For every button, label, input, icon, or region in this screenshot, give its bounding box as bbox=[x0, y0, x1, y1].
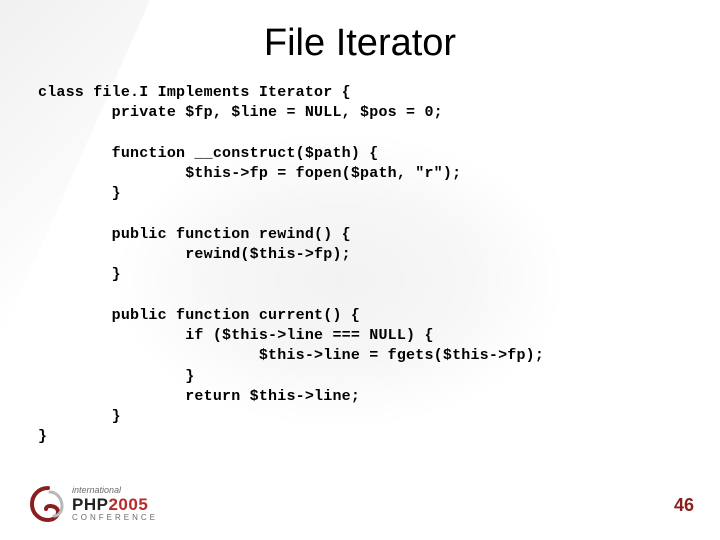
logo-brand: PHP bbox=[72, 495, 108, 514]
logo-year: 2005 bbox=[108, 495, 148, 514]
logo-tagline: CONFERENCE bbox=[72, 514, 158, 522]
logo-brand-line: PHP2005 bbox=[72, 496, 158, 513]
page-number: 46 bbox=[674, 495, 694, 516]
swirl-icon bbox=[28, 484, 68, 524]
conference-logo: international PHP2005 CONFERENCE bbox=[28, 484, 158, 524]
footer: international PHP2005 CONFERENCE 46 bbox=[0, 480, 720, 530]
logo-text: international PHP2005 CONFERENCE bbox=[72, 486, 158, 522]
slide-title: File Iterator bbox=[0, 0, 720, 83]
code-block: class file.I Implements Iterator { priva… bbox=[0, 83, 720, 448]
slide: File Iterator class file.I Implements It… bbox=[0, 0, 720, 540]
logo-subtitle: international bbox=[72, 486, 158, 495]
